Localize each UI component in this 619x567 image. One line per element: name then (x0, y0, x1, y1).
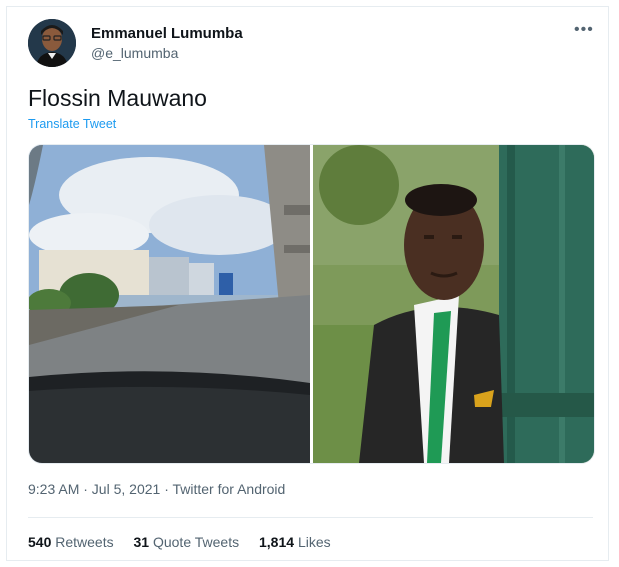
divider (28, 517, 593, 518)
retweets-count: 540 (28, 534, 52, 550)
tweet-media[interactable] (28, 144, 595, 464)
retweets-label: Retweets (55, 534, 114, 550)
quote-tweets-count: 31 (133, 534, 150, 550)
likes-stat[interactable]: 1,814 Likes (259, 534, 331, 550)
more-icon[interactable]: ••• (574, 21, 594, 39)
media-photo-street[interactable] (29, 145, 310, 463)
translate-tweet-link[interactable]: Translate Tweet (28, 117, 116, 131)
author-handle[interactable]: @e_lumumba (91, 45, 178, 61)
avatar[interactable] (28, 19, 76, 67)
likes-count: 1,814 (259, 534, 295, 550)
likes-label: Likes (297, 534, 331, 550)
tweet-stats: 540 Retweets 31 Quote Tweets 1,814 Likes (28, 534, 347, 550)
author-name[interactable]: Emmanuel Lumumba (91, 25, 243, 42)
tweet-timestamp[interactable]: 9:23 AM · Jul 5, 2021 · Twitter for Andr… (28, 481, 285, 497)
media-photo-portrait[interactable] (313, 145, 594, 463)
quote-tweets-stat[interactable]: 31 Quote Tweets (134, 534, 244, 550)
tweet-card: Emmanuel Lumumba @e_lumumba ••• Flossin … (6, 6, 609, 561)
tweet-text: Flossin Mauwano (28, 85, 207, 111)
retweets-stat[interactable]: 540 Retweets (28, 534, 118, 550)
quote-tweets-label: Quote Tweets (152, 534, 240, 550)
avatar-image (28, 19, 76, 67)
